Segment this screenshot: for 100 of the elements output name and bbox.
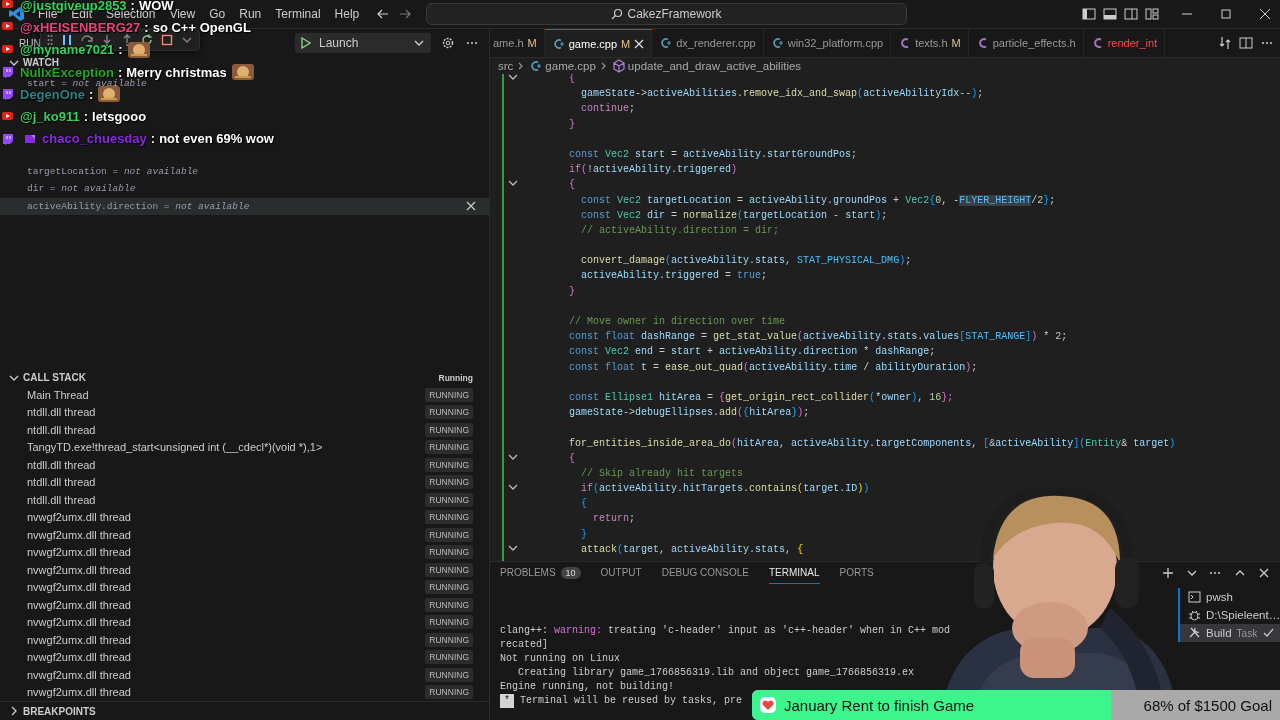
chat-separator: :: [130, 0, 135, 12]
status-badge: RUNNING: [425, 615, 473, 630]
thread-row[interactable]: nvwgf2umx.dll thread RUNNING: [0, 508, 489, 526]
watch-expression[interactable]: start = not available: [27, 79, 147, 89]
thread-row[interactable]: nvwgf2umx.dll thread RUNNING: [0, 578, 489, 596]
code-line: const Vec2 end = start + activeAbility.direction * dashRange;: [568, 345, 936, 360]
editor-tab[interactable]: win32_platform.cpp: [763, 29, 892, 57]
terminal-session[interactable]: pwsh: [1178, 588, 1280, 606]
chat-username: @xHEISENBERG27: [20, 20, 141, 34]
editor-tab[interactable]: render_int: [1083, 29, 1166, 57]
code-line: const Ellipse1 hitArea = {get_origin_rect_collider(*owner), 16};: [568, 390, 954, 405]
panel-tab[interactable]: TERMINAL: [768, 562, 820, 584]
editor-tab[interactable]: particle_effects.h: [968, 29, 1084, 57]
terminal-session[interactable]: Build Task: [1178, 624, 1280, 642]
editor-tab[interactable]: game.cpp M: [544, 29, 653, 57]
watch-expression[interactable]: dir = not available: [27, 184, 136, 194]
chat-separator: :: [144, 20, 149, 34]
chat-separator: :: [117, 65, 123, 79]
menu-item[interactable]: Help: [327, 7, 367, 21]
status-badge: RUNNING: [425, 632, 473, 647]
editor-tab[interactable]: dx_renderer.cpp: [652, 29, 764, 57]
panel-tab[interactable]: OUTPUT: [600, 562, 642, 584]
section-header[interactable]: WATCH: [23, 57, 59, 68]
thread-row[interactable]: nvwgf2umx.dll thread RUNNING: [0, 648, 489, 666]
chat-message: so C++ OpenGL: [152, 20, 251, 34]
chat-username: chaco_chuesday: [42, 132, 147, 146]
status-badge: RUNNING: [425, 580, 473, 595]
thread-row[interactable]: TangyTD.exe!thread_start<unsigned int (__cdecl*)(void *),1> RUNNING: [0, 438, 489, 456]
launch-dropdown[interactable]: Launch: [295, 33, 431, 53]
thread-row[interactable]: ntdll.dll thread RUNNING: [0, 456, 489, 474]
code-line: {: [568, 178, 575, 193]
editor-tab[interactable]: ame.h M: [490, 29, 545, 57]
status-badge: RUNNING: [425, 440, 473, 455]
status-badge: RUNNING: [425, 510, 473, 525]
chat-username: DegenOne: [20, 87, 85, 101]
thread-row[interactable]: ntdll.dll thread RUNNING: [0, 491, 489, 509]
code-line: {: [568, 74, 575, 86]
panel-tab[interactable]: DEBUG CONSOLE: [661, 562, 749, 584]
status-badge: RUNNING: [425, 562, 473, 577]
chat-message: WOW: [138, 0, 174, 12]
breadcrumb-item[interactable]: game.cpp: [529, 59, 596, 73]
panel-tab[interactable]: PORTS: [839, 562, 874, 584]
menu-item[interactable]: Run: [232, 7, 269, 21]
status-badge: RUNNING: [425, 387, 473, 402]
status-badge: RUNNING: [425, 527, 473, 542]
code-line: gameState->debugEllipses.add({hitArea});: [568, 406, 810, 421]
menu-item[interactable]: Terminal: [268, 7, 328, 21]
thread-row[interactable]: nvwgf2umx.dll thread RUNNING: [0, 526, 489, 544]
notice-mark: *: [500, 694, 514, 708]
status-badge: RUNNING: [425, 597, 473, 612]
editor-tab[interactable]: texts.h M: [891, 29, 969, 57]
code-line: if(activeAbility.hitTargets.contains(target.ID)): [580, 482, 870, 497]
modified-mark: M: [527, 37, 537, 49]
section-header[interactable]: BREAKPOINTS: [23, 705, 96, 717]
breadcrumb-item[interactable]: update_and_draw_active_abilities: [611, 59, 802, 73]
status-badge: RUNNING: [425, 457, 473, 472]
thread-row[interactable]: nvwgf2umx.dll thread RUNNING: [0, 683, 489, 701]
code-line: {: [580, 497, 587, 512]
watch-row[interactable]: activeAbility.direction = not available: [0, 197, 489, 215]
panel-tab[interactable]: PROBLEMS 10: [500, 562, 581, 584]
modified-mark: M: [951, 37, 961, 49]
status-badge: RUNNING: [425, 422, 473, 437]
thread-row[interactable]: Main Thread RUNNING: [0, 386, 489, 404]
terminal-line: clang++: warning: treating 'c-header' input as 'c++-header' when in C++ mod: [500, 624, 951, 638]
thread-row[interactable]: nvwgf2umx.dll thread RUNNING: [0, 631, 489, 649]
code-line: // Skip already hit targets: [580, 466, 744, 481]
chat-message: not even 69% wow: [159, 132, 274, 146]
thread-row[interactable]: nvwgf2umx.dll thread RUNNING: [0, 561, 489, 579]
breadcrumb-item[interactable]: src: [498, 60, 514, 72]
thread-row[interactable]: ntdll.dll thread RUNNING: [0, 421, 489, 439]
thread-row[interactable]: nvwgf2umx.dll thread RUNNING: [0, 666, 489, 684]
chat-message: Merry christmas: [126, 65, 227, 79]
thread-row[interactable]: nvwgf2umx.dll thread RUNNING: [0, 596, 489, 614]
code-line: if(!activeAbility.triggered): [568, 163, 738, 178]
chat-username: NullxException: [20, 65, 114, 79]
code-line: {: [568, 451, 575, 466]
terminal-line: Creating library game_1766856319.lib and object game_1766856319.ex: [517, 666, 915, 680]
command-center[interactable]: CakezFramework: [426, 3, 907, 25]
code-line: continue;: [580, 102, 636, 117]
code-line: // activeAbility.direction = dir;: [580, 223, 780, 238]
chat-separator: :: [118, 43, 123, 57]
code-line: const Vec2 dir = normalize(targetLocation - start);: [580, 208, 888, 223]
thread-row[interactable]: nvwgf2umx.dll thread RUNNING: [0, 613, 489, 631]
menu-item[interactable]: Go: [202, 7, 233, 21]
terminal-line: Not running on Linux: [500, 652, 621, 666]
terminal-line: recated]: [500, 638, 548, 652]
thread-row[interactable]: ntdll.dll thread RUNNING: [0, 403, 489, 421]
status-badge: RUNNING: [425, 405, 473, 420]
code-line: activeAbility.triggered = true;: [580, 269, 768, 284]
watch-expression[interactable]: targetLocation = not available: [27, 166, 199, 176]
code-line: }: [580, 527, 587, 542]
section-header[interactable]: CALL STACK: [23, 372, 86, 383]
chat-separator: :: [83, 110, 88, 124]
debug-state: Running: [438, 372, 473, 383]
chat-message: letsgooo: [92, 110, 147, 124]
code-line: const Vec2 start = activeAbility.startGroundPos;: [568, 147, 858, 162]
code-line: const Vec2 targetLocation = activeAbility.groundPos + Vec2{0, -FLYER_HEIGHT/2};: [580, 193, 1056, 208]
thread-row[interactable]: nvwgf2umx.dll thread RUNNING: [0, 543, 489, 561]
status-badge: RUNNING: [425, 492, 473, 507]
thread-row[interactable]: ntdll.dll thread RUNNING: [0, 473, 489, 491]
